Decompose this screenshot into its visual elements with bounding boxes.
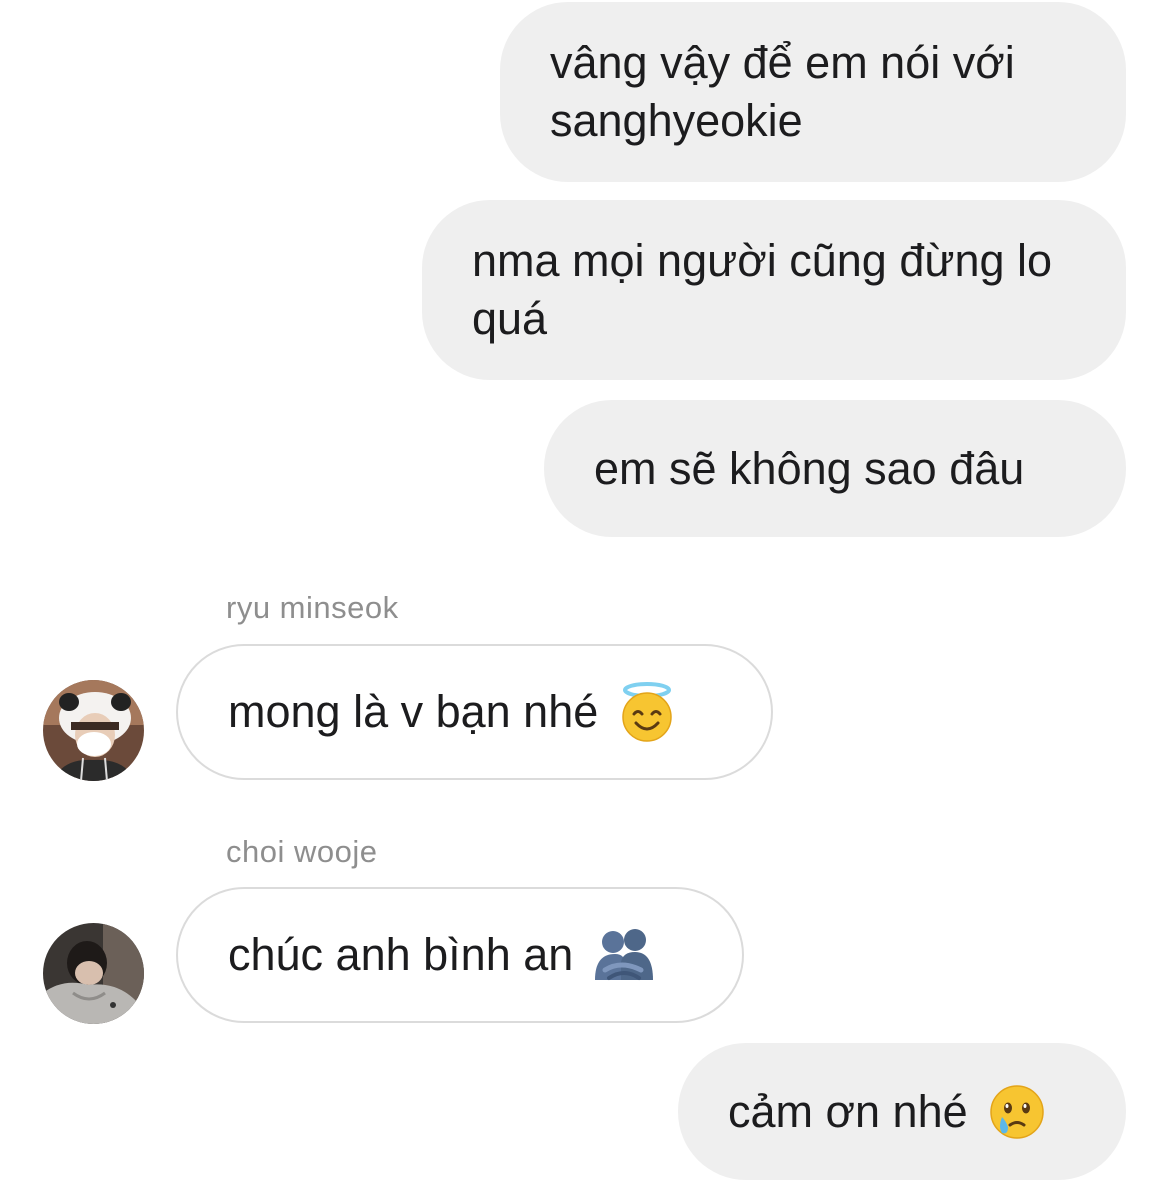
outgoing-message-bubble[interactable]: vâng vậy để em nói với sanghyeokie [500, 2, 1126, 182]
outgoing-message-bubble[interactable]: nma mọi người cũng đừng lo quá [422, 200, 1126, 380]
message-text: mong là v bạn nhé [228, 686, 599, 737]
smiling-face-with-halo-icon [616, 681, 678, 743]
people-hugging-icon [591, 924, 654, 986]
message-text: em sẽ không sao đâu [594, 442, 1025, 494]
incoming-message-bubble[interactable]: mong là v bạn nhé [176, 644, 773, 780]
outgoing-message-bubble[interactable]: em sẽ không sao đâu [544, 400, 1126, 537]
sender-name: ryu minseok [226, 590, 399, 625]
avatar[interactable] [43, 680, 144, 781]
message-text: vâng vậy để em nói với sanghyeokie [550, 37, 1015, 146]
face-holding-back-tears-icon [986, 1081, 1048, 1143]
message-text: chúc anh bình an [228, 929, 574, 980]
outgoing-message-bubble[interactable]: cảm ơn nhé [678, 1043, 1126, 1180]
sender-name: choi wooje [226, 834, 378, 869]
message-text: cảm ơn nhé [728, 1085, 968, 1137]
incoming-message-bubble[interactable]: chúc anh bình an [176, 887, 744, 1023]
message-text: nma mọi người cũng đừng lo quá [472, 235, 1053, 344]
avatar[interactable] [43, 923, 144, 1024]
